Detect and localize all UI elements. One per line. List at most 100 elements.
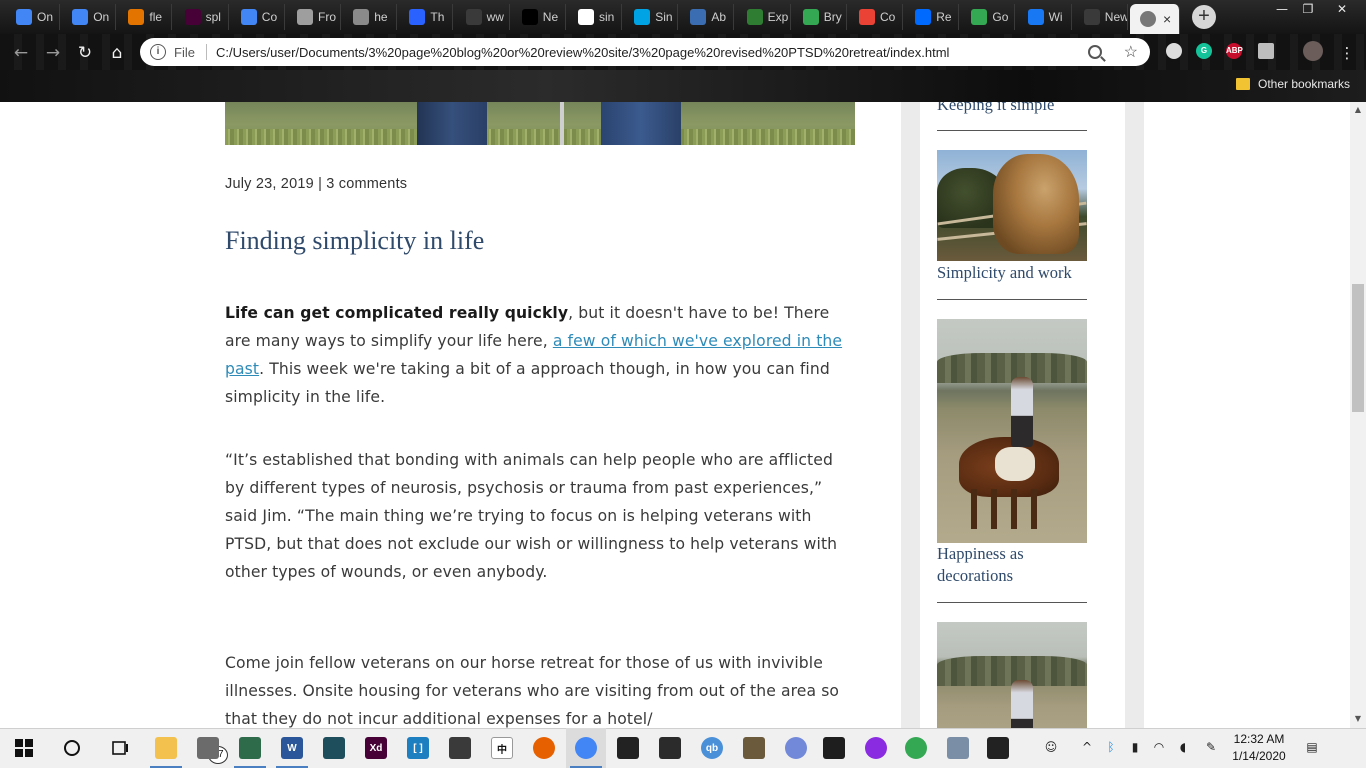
taskbar-app-button[interactable] [776,728,816,768]
taskbar-app-button[interactable] [146,728,186,768]
scrollbar-thumb[interactable] [1352,284,1364,412]
site-info-icon[interactable]: i [150,44,166,60]
browser-tab[interactable]: Fro [287,4,341,30]
browser-tab[interactable]: Co [231,4,285,30]
browser-tab[interactable]: spl [175,4,229,30]
browser-tab[interactable]: Re [905,4,960,30]
taskbar-app-button[interactable] [524,728,564,768]
active-browser-tab[interactable]: × [1130,4,1180,34]
browser-tab[interactable]: Go [961,4,1016,30]
close-window-button[interactable]: ✕ [1330,0,1354,18]
taskbar-app-button[interactable]: qb [692,728,732,768]
taskbar-app-button[interactable] [608,728,648,768]
cortana-search-button[interactable] [52,728,92,768]
browser-tab[interactable]: Sin [624,4,679,30]
taskbar-app-button[interactable] [650,728,690,768]
system-clock[interactable]: 12:32 AM 1/14/2020 [1226,731,1292,765]
profile-avatar-icon[interactable] [1303,41,1323,61]
browser-tab[interactable]: Co [849,4,903,30]
url-text[interactable]: C:/Users/user/Documents/3%20page%20blog%… [216,45,1088,60]
browser-tab[interactable]: Ne [512,4,566,30]
other-bookmarks-folder[interactable]: Other bookmarks [1236,77,1350,91]
docs-icon [240,9,257,25]
zoom-icon[interactable] [1087,45,1102,59]
sidebar-thumbnail[interactable] [937,150,1087,261]
browser-tab[interactable]: sin [568,4,622,30]
blank-icon [465,9,482,25]
globe-icon [746,9,763,25]
taskbar-app-button[interactable] [938,728,978,768]
browser-tab[interactable]: ww [456,4,510,30]
grammarly-icon[interactable]: G [1196,43,1212,59]
show-hidden-icons-icon[interactable]: ^ [1078,738,1096,756]
taskbar-app-button[interactable]: Xd [356,728,396,768]
browser-tab[interactable]: New Ta [1074,4,1128,30]
taskbar-app-button[interactable]: [ ] [398,728,438,768]
browser-tab[interactable]: Bry [793,4,847,30]
browser-tab[interactable]: Wi [1018,4,1072,30]
post-title[interactable]: Finding simplicity in life [225,226,484,256]
browser-tab[interactable]: Ab [680,4,735,30]
browser-tab[interactable]: On [62,4,117,30]
taskbar-app-button[interactable] [188,728,228,768]
home-button[interactable]: ⌂ [106,42,128,64]
taskbar-app-button[interactable] [314,728,354,768]
clock-time: 12:32 AM [1233,732,1285,746]
taskbar-app-button[interactable]: 中 [482,728,522,768]
wifi-icon[interactable]: ◠ [1150,738,1168,756]
start-button[interactable] [4,728,44,768]
new-tab-button[interactable]: + [1192,5,1216,29]
podcast-icon [865,737,887,759]
chrome-alt-icon [905,737,927,759]
action-center-icon[interactable]: ▤ [1303,738,1321,756]
sidebar: Keeping it simple Simplicity and work Ha… [901,102,1144,728]
mail-ext-icon[interactable] [1258,43,1274,59]
sidebar-thumbnail[interactable] [937,622,1087,728]
sidebar-post-link[interactable]: Happiness as decorations [937,543,1097,587]
browser-tab[interactable]: On [6,4,60,30]
taskbar-app-button[interactable] [734,728,774,768]
page-scrollbar[interactable] [1350,102,1366,728]
minimize-button[interactable]: — [1270,0,1294,18]
word-icon: W [281,737,303,759]
scroll-down-arrow-icon[interactable]: ▼ [1350,711,1366,727]
pen-workspace-icon[interactable]: ✎ [1202,738,1220,756]
bluetooth-icon[interactable]: ᛒ [1102,738,1120,756]
gimp-icon [743,737,765,759]
volume-icon[interactable]: ◖ [1174,738,1192,756]
reload-button[interactable]: ↻ [74,42,96,64]
bookmark-star-icon[interactable]: ☆ [1124,42,1138,62]
close-tab-icon[interactable]: × [1163,11,1171,27]
taskbar-app-button[interactable] [978,728,1018,768]
task-view-button[interactable] [100,728,140,768]
url-scheme-label: File [174,44,195,60]
sidebar-post-link[interactable]: Simplicity and work [937,262,1097,284]
browser-menu-button[interactable]: ⋮ [1336,42,1358,64]
taskbar-app-button[interactable]: W [272,728,312,768]
sidebar-thumbnail[interactable] [937,319,1087,543]
browser-tab[interactable]: fle [118,4,173,30]
restore-button[interactable]: ❐ [1296,0,1320,18]
forward-button[interactable]: → [42,42,64,64]
tab-label: spl [205,10,221,24]
taskbar-app-button[interactable] [440,728,480,768]
taskbar-app-button[interactable] [814,728,854,768]
taskbar-app-button[interactable] [566,728,606,768]
address-bar[interactable]: i File C:/Users/user/Documents/3%20page%… [140,38,1150,66]
clock-date: 1/14/2020 [1232,749,1286,763]
taskbar-app-button[interactable] [230,728,270,768]
browser-tab[interactable]: Exp [737,4,791,30]
scroll-up-arrow-icon[interactable]: ▲ [1350,102,1366,118]
people-icon[interactable]: ☺ [1042,738,1060,756]
half-moon-icon[interactable] [1166,43,1182,59]
web-page: July 23, 2019 | 3 comments Finding simpl… [0,102,1350,728]
taskbar-app-button[interactable] [896,728,936,768]
taskbar-app-button[interactable] [856,728,896,768]
sidebar-post-link[interactable]: Keeping it simple [937,102,1097,116]
adblock-icon[interactable]: ABP [1226,43,1243,59]
diamond-icon [16,9,32,25]
back-button[interactable]: ← [10,42,32,64]
browser-tab[interactable]: Th [399,4,454,30]
battery-icon[interactable]: ▮ [1126,738,1144,756]
browser-tab[interactable]: he [343,4,398,30]
